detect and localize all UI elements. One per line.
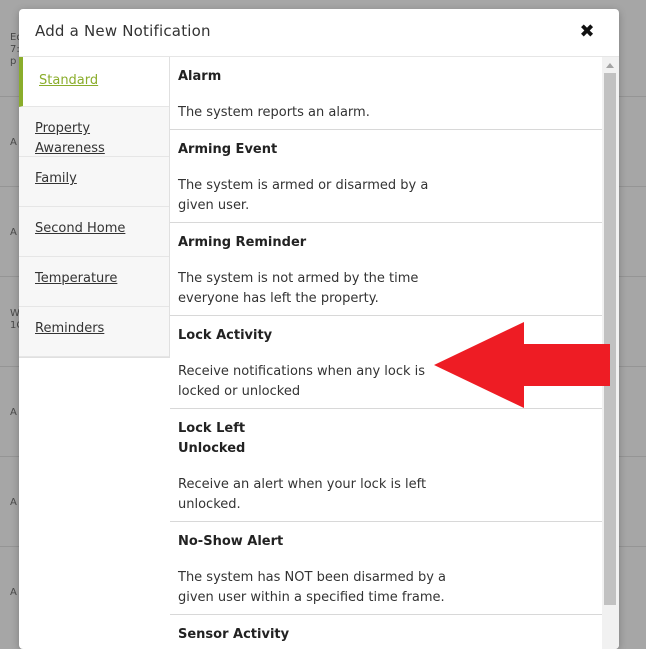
list-item[interactable]: Alarm The system reports an alarm. (170, 57, 602, 130)
tab-label: Reminders (35, 321, 105, 336)
list-item[interactable]: Arming Reminder The system is not armed … (170, 223, 602, 316)
tab-property-awareness[interactable]: Property Awareness (19, 107, 169, 157)
modal-title: Add a New Notification (35, 22, 211, 40)
tab-standard[interactable]: Standard (19, 57, 169, 107)
background-text: A (10, 587, 17, 598)
item-description: Receive notifications when any lock is l… (178, 364, 426, 399)
item-description: The system is armed or disarmed by a giv… (178, 178, 429, 213)
tab-reminders[interactable]: Reminders (19, 307, 169, 357)
tab-label: Family (35, 171, 77, 186)
item-description: Receive an alert when your lock is left … (178, 477, 427, 512)
tab-temperature[interactable]: Temperature (19, 257, 169, 307)
tab-label: Property Awareness (35, 121, 105, 156)
tab-label: Second Home (35, 221, 126, 236)
list-item[interactable]: Sensor Activity (170, 615, 602, 649)
background-text: A (10, 497, 17, 508)
item-title: Lock Left Unlocked (178, 421, 246, 456)
item-title: No-Show Alert (178, 534, 284, 549)
tab-family[interactable]: Family (19, 157, 169, 207)
red-arrow-annotation-icon (434, 322, 610, 408)
background-text: A (10, 137, 17, 148)
item-title: Alarm (178, 69, 222, 84)
tab-second-home[interactable]: Second Home (19, 207, 169, 257)
notification-category-tabs: Standard Property Awareness Family Secon… (19, 57, 170, 358)
list-item[interactable]: No-Show Alert The system has NOT been di… (170, 522, 602, 615)
item-description: The system reports an alarm. (178, 105, 370, 120)
list-item[interactable]: Arming Event The system is armed or disa… (170, 130, 602, 223)
modal-header: Add a New Notification ✖ (19, 9, 619, 57)
background-text: A (10, 227, 17, 238)
list-item[interactable]: Lock Left Unlocked Receive an alert when… (170, 409, 602, 522)
tab-label: Standard (39, 73, 99, 88)
tab-label: Temperature (35, 271, 118, 286)
item-title: Arming Reminder (178, 235, 307, 250)
item-title: Sensor Activity (178, 627, 290, 642)
scroll-up-icon[interactable] (606, 63, 614, 68)
background-text: A (10, 407, 17, 418)
item-description: The system has NOT been disarmed by a gi… (178, 570, 447, 605)
item-title: Arming Event (178, 142, 278, 157)
close-button[interactable]: ✖ (577, 22, 597, 42)
close-icon: ✖ (579, 21, 595, 42)
item-description: The system is not armed by the time ever… (178, 271, 419, 306)
